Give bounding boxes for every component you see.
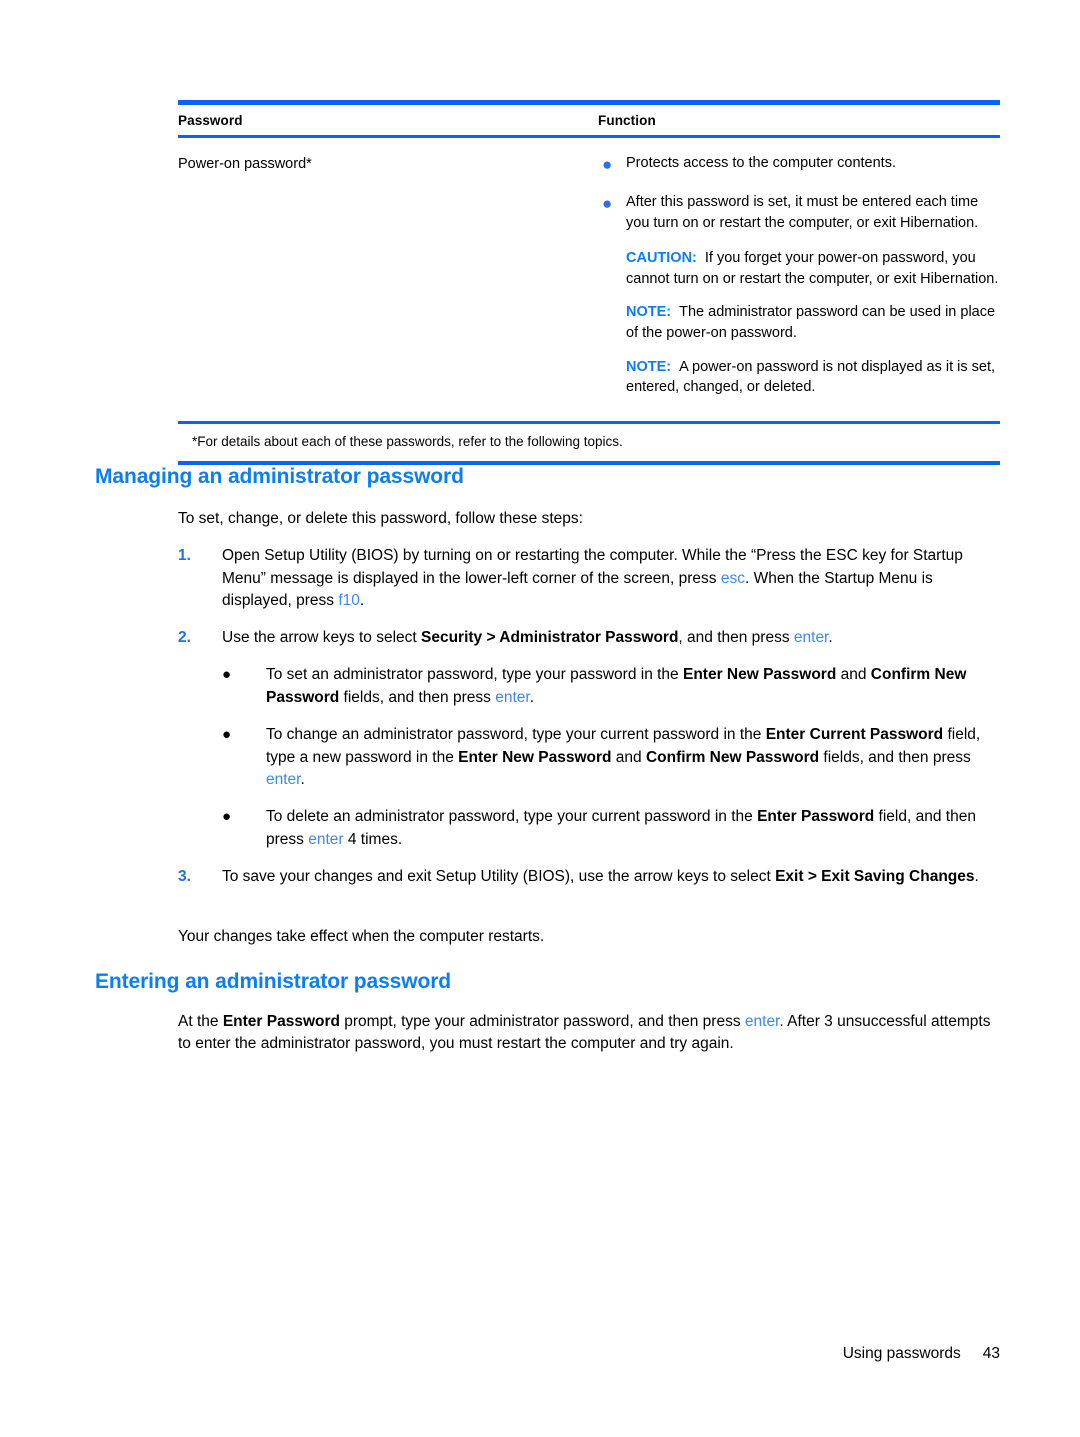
body-text-run: At the — [178, 1013, 223, 1030]
note-notice: NOTE: A power-on password is not displaye… — [598, 357, 1000, 398]
emphasis-text: Enter New Password — [458, 748, 612, 766]
cell-function: ● Protects access to the computer conten… — [598, 153, 1000, 411]
note-label: NOTE: — [626, 358, 672, 375]
step-text: Open Setup Utility (BIOS) by turning on … — [222, 545, 1000, 613]
body-text-run: prompt, type your administrator password… — [339, 1013, 745, 1030]
column-header-password: Password — [178, 113, 243, 128]
document-page: Password Function Power-on password* ● P… — [0, 0, 1080, 1437]
step-text: To save your changes and exit Setup Util… — [222, 866, 1000, 889]
bullet-text: To set an administrator password, type y… — [266, 664, 1000, 709]
entering-paragraph: At the Enter Password prompt, type your … — [178, 1011, 1000, 1056]
body-text-run: To save your changes and exit Setup Util… — [222, 868, 776, 885]
section-heading-entering: Entering an administrator password — [95, 970, 451, 993]
body-text-run: and — [611, 748, 646, 766]
body-text-run: To set an administrator password, type y… — [266, 666, 683, 683]
body-text-run: To change an administrator password, typ… — [266, 726, 766, 743]
body-text-run: . — [828, 629, 833, 646]
function-bullet-text: Protects access to the computer contents… — [626, 155, 896, 171]
emphasis-text: Enter Password — [757, 808, 875, 825]
caution-notice: CAUTION: If you forget your power-on pass… — [598, 248, 1000, 289]
body-text-run: . — [359, 592, 365, 610]
bullet-change-password: ● To change an administrator password, t… — [222, 724, 1000, 792]
bullet-text: To delete an administrator password, typ… — [266, 806, 1000, 851]
body-text-run: To delete an administrator password, typ… — [266, 808, 758, 825]
cell-password-name: Power-on password* — [178, 156, 312, 172]
body-text-run: . — [974, 868, 979, 885]
table-header-row: Password Function — [178, 105, 1000, 135]
table-footnote: *For details about each of these passwor… — [192, 433, 623, 449]
note-notice: NOTE: The administrator password can be u… — [598, 302, 1000, 343]
bullet-text: To change an administrator password, typ… — [266, 724, 1000, 792]
bullet-dot-icon: ● — [602, 194, 613, 214]
body-text-run: , and then press — [678, 629, 794, 646]
body-text-run: . — [300, 771, 305, 789]
bullet-delete-password: ● To delete an administrator password, t… — [222, 806, 1000, 851]
table-row: Power-on password* ● Protects access to … — [178, 138, 1000, 421]
emphasis-text: Enter Password — [222, 1013, 340, 1030]
key-reference: enter — [266, 771, 301, 789]
body-text-run: fields, and then press — [339, 688, 496, 706]
key-reference: enter — [308, 830, 344, 848]
emphasis-text: Security > Administrator Password — [421, 629, 679, 646]
body-text-run: Use the arrow keys to select — [222, 629, 421, 646]
bullet-set-password: ● To set an administrator password, type… — [222, 664, 1000, 709]
emphasis-text: Confirm New Password — [645, 748, 820, 766]
function-bullet-item: ● After this password is set, it must be… — [598, 192, 1000, 233]
column-header-function: Function — [598, 113, 656, 128]
body-text-run: and — [836, 666, 871, 683]
key-reference: enter — [793, 629, 829, 646]
key-reference: enter — [744, 1013, 780, 1030]
body-text-run: 4 times. — [343, 830, 403, 848]
password-table: Password Function Power-on password* ● P… — [178, 100, 1000, 465]
bullet-dot-icon: ● — [222, 808, 232, 825]
body-text-run: . — [529, 688, 534, 706]
note-text: A power-on password is not displayed as … — [626, 358, 996, 396]
step-number: 1. — [178, 547, 191, 564]
caution-label: CAUTION: — [626, 250, 697, 267]
emphasis-text: Enter Current Password — [765, 726, 944, 743]
function-bullet-text: After this password is set, it must be e… — [626, 194, 979, 231]
key-reference: esc — [720, 569, 745, 587]
function-bullet-item: ● Protects access to the computer conten… — [598, 153, 1000, 177]
key-reference: enter — [495, 688, 530, 706]
numbered-step-1: 1. Open Setup Utility (BIOS) by turning … — [178, 545, 1000, 613]
emphasis-text: Enter New Password — [682, 666, 837, 683]
page-footer: Using passwords 43 — [0, 1345, 1000, 1363]
key-reference: f10 — [338, 592, 360, 610]
bullet-dot-icon: ● — [602, 155, 613, 174]
footer-title: Using passwords — [842, 1345, 961, 1362]
bullet-dot-icon: ● — [222, 726, 232, 743]
body-text-run: fields, and then press — [819, 748, 971, 766]
managing-closing-paragraph: Your changes take effect when the comput… — [178, 928, 545, 945]
section-heading-managing: Managing an administrator password — [95, 465, 464, 488]
bullet-dot-icon: ● — [222, 666, 232, 683]
footer-page-number: 43 — [982, 1345, 1000, 1362]
numbered-step-3: 3. To save your changes and exit Setup U… — [178, 866, 1000, 889]
note-label: NOTE: — [626, 304, 672, 321]
numbered-step-2: 2. Use the arrow keys to select Security… — [178, 627, 1000, 650]
step-number: 2. — [178, 629, 191, 646]
step-text: Use the arrow keys to select Security > … — [222, 627, 1000, 650]
managing-intro-paragraph: To set, change, or delete this password,… — [178, 510, 583, 527]
emphasis-text: Exit > Exit Saving Changes — [775, 868, 975, 885]
note-text: The administrator password can be used i… — [626, 304, 996, 342]
step-number: 3. — [178, 868, 191, 885]
